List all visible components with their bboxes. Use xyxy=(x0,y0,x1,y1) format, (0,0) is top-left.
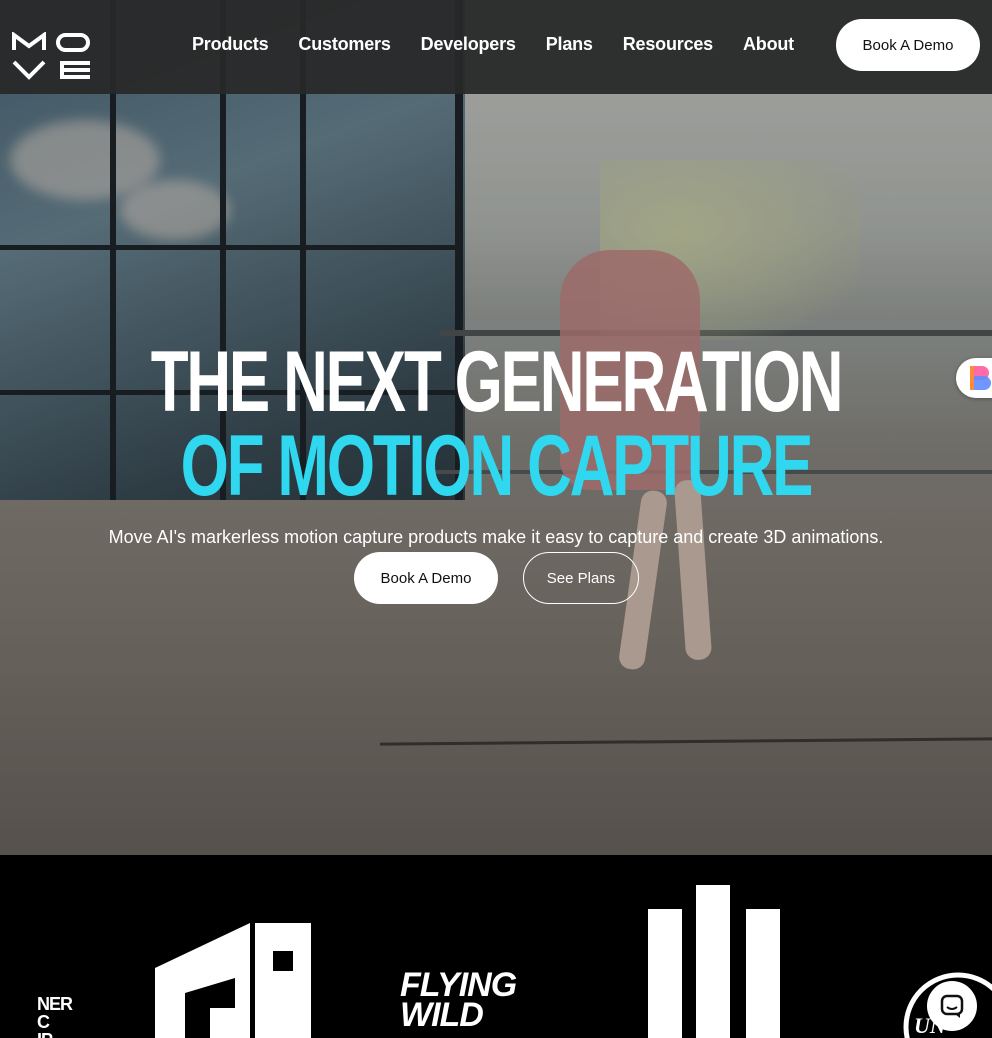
move-logo[interactable] xyxy=(12,32,92,80)
nav-about[interactable]: About xyxy=(743,34,794,55)
nav-resources[interactable]: Resources xyxy=(623,34,713,55)
hero-subtitle: Move AI's markerless motion capture prod… xyxy=(108,527,884,547)
logo-text: IP xyxy=(37,1031,72,1038)
nav-customers[interactable]: Customers xyxy=(298,34,390,55)
side-widget[interactable] xyxy=(956,358,992,398)
logo-text: C xyxy=(37,1012,50,1032)
main-nav: Products Customers Developers Plans Reso… xyxy=(192,34,824,55)
nav-developers[interactable]: Developers xyxy=(421,34,516,55)
bookmark-widget-icon xyxy=(970,366,991,390)
nav-plans[interactable]: Plans xyxy=(546,34,593,55)
book-demo-header-button[interactable]: Book A Demo xyxy=(836,19,980,71)
customer-logos-strip: NER C IP FLYING WILD UN xyxy=(0,855,992,1038)
ci-logo xyxy=(155,923,311,1038)
logo-text: WILD xyxy=(400,996,484,1034)
headline-line-1: THE NEXT GENERATION xyxy=(150,334,844,430)
hero-headline: THE NEXT GENERATION OF MOTION CAPTURE xyxy=(0,334,992,514)
logo-text: NER xyxy=(37,994,73,1014)
bars-logo xyxy=(648,885,780,1038)
partner-logo-partial: NER C IP xyxy=(37,994,73,1038)
headline-line-2: OF MOTION CAPTURE xyxy=(180,418,814,514)
nav-products[interactable]: Products xyxy=(192,34,269,55)
see-plans-button[interactable]: See Plans xyxy=(523,552,639,604)
site-header: Products Customers Developers Plans Reso… xyxy=(0,0,992,94)
chat-button[interactable] xyxy=(927,981,977,1031)
flying-wild-logo: FLYING WILD xyxy=(400,968,517,1034)
book-demo-button[interactable]: Book A Demo xyxy=(354,552,498,604)
chat-bubble-icon xyxy=(940,994,964,1018)
